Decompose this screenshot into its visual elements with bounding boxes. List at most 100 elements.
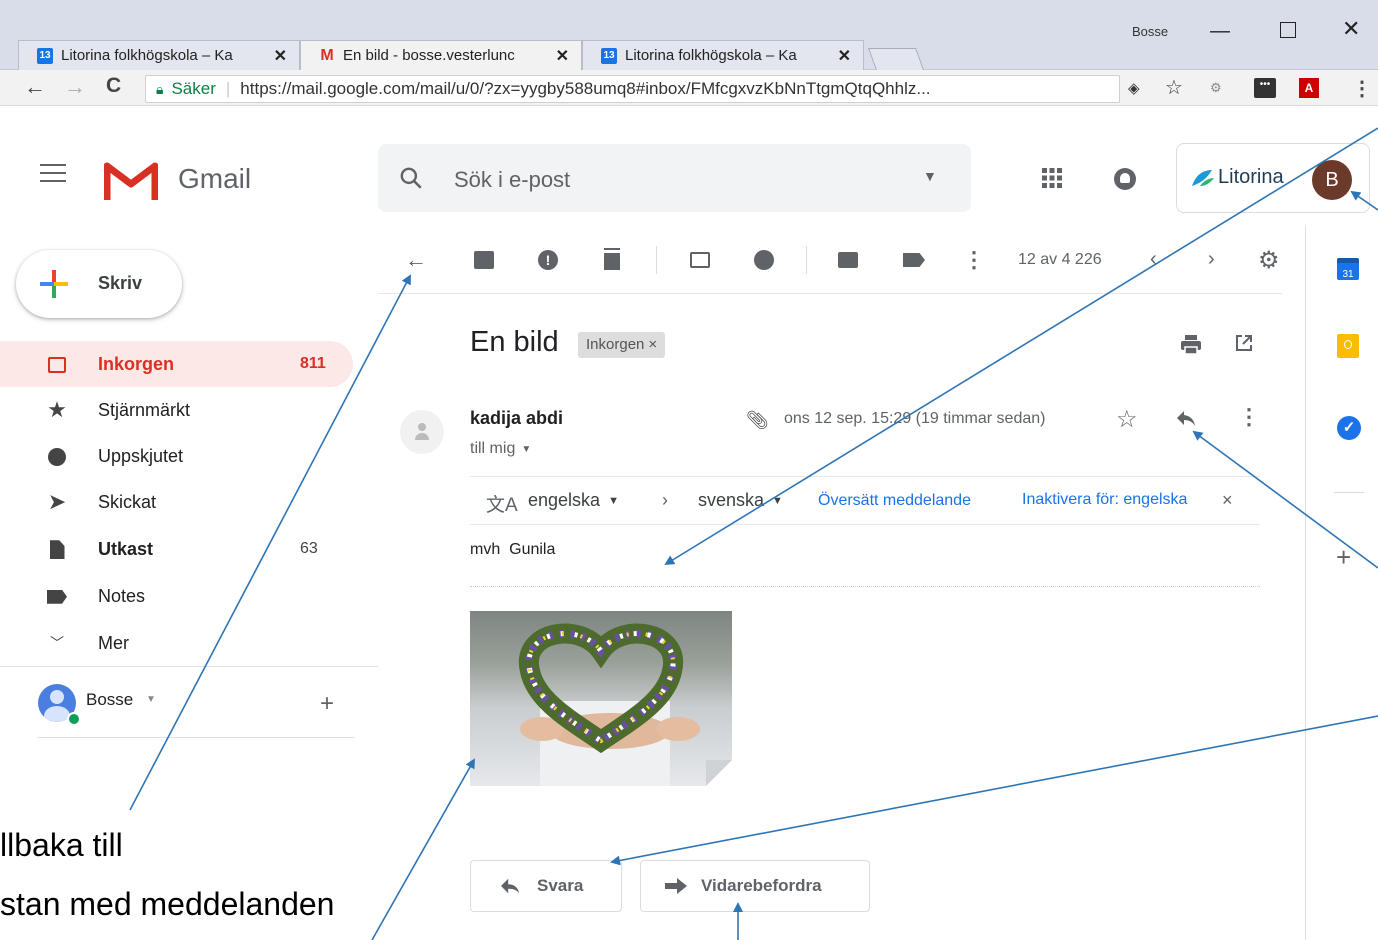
settings-gear-icon[interactable]: ⚙ <box>1258 246 1280 275</box>
print-icon[interactable] <box>1180 333 1202 355</box>
star-toggle-icon[interactable]: ☆ <box>1116 405 1138 434</box>
back-to-list-icon[interactable]: ← <box>404 247 428 272</box>
close-translate-icon[interactable]: × <box>1222 490 1233 511</box>
gmail-logo-text: Gmail <box>178 163 252 194</box>
sidebar-item-label: Utkast <box>98 538 154 559</box>
attachment-image[interactable] <box>470 611 732 786</box>
url-text[interactable]: https://mail.google.com/mail/u/0/?zx=yyg… <box>240 79 930 99</box>
extension-dots-icon[interactable]: ••• <box>1254 78 1276 98</box>
sidebar-item-drafts[interactable]: Utkast 63 <box>0 526 353 572</box>
translate-icon: 文A <box>486 495 518 516</box>
divider <box>470 586 1260 587</box>
sidebar-item-starred[interactable]: ★ Stjärnmärkt <box>0 387 353 433</box>
back-icon[interactable]: ← <box>24 74 46 100</box>
divider: | <box>225 79 231 98</box>
sidebar-item-notes[interactable]: Notes <box>0 573 353 619</box>
reply-label: Svara <box>537 876 584 895</box>
litorina-logo-icon <box>1190 168 1216 188</box>
divider <box>38 737 354 738</box>
sender-name: kadija abdi <box>470 408 564 428</box>
label-chip-text: Inkorgen <box>586 336 645 353</box>
move-to-icon[interactable] <box>836 248 860 272</box>
bookmark-star-icon[interactable]: ☆ <box>1165 75 1183 100</box>
disable-translate-link[interactable]: Inaktivera för: engelska <box>1022 491 1187 509</box>
divider <box>470 524 1260 525</box>
calendar-addon-icon[interactable]: 31 <box>1337 258 1359 280</box>
message-more-icon[interactable]: ⋮ <box>1238 404 1260 430</box>
avatar[interactable]: B <box>1312 160 1352 200</box>
sidebar-item-label: Notes <box>98 585 146 606</box>
draft-count: 63 <box>300 540 318 557</box>
close-tab-icon[interactable]: ✕ <box>556 46 569 66</box>
address-bar[interactable]: 🔒︎ Säker | https://mail.google.com/mail/… <box>145 75 1120 103</box>
label-as-icon[interactable] <box>902 248 926 272</box>
delete-icon[interactable] <box>600 248 624 272</box>
close-tab-icon[interactable]: ✕ <box>274 46 287 66</box>
browser-tab[interactable]: 13 Litorina folkhögskola – Ka ✕ <box>582 40 864 70</box>
new-tab-button[interactable] <box>867 48 925 70</box>
open-new-window-icon[interactable] <box>1234 333 1254 353</box>
notifications-icon[interactable] <box>1114 168 1136 190</box>
divider <box>806 246 807 274</box>
archive-icon[interactable] <box>472 248 496 272</box>
remove-label-icon[interactable]: × <box>648 332 657 358</box>
minimize-icon[interactable]: — <box>1210 20 1230 43</box>
chrome-menu-icon[interactable]: ⋮ <box>1352 76 1372 101</box>
add-contact-icon[interactable]: + <box>320 690 334 718</box>
divider <box>0 666 378 667</box>
sidebar-item-label: Mer <box>98 632 129 653</box>
snooze-clock-icon[interactable] <box>752 248 776 272</box>
newer-icon[interactable]: › <box>1208 248 1215 271</box>
search-options-caret-icon[interactable]: ▼ <box>923 168 937 184</box>
sidebar-item-label: Inkorgen <box>98 353 175 374</box>
sidebar-item-more[interactable]: ﹀ Mer <box>0 620 353 666</box>
secure-label: Säker <box>171 79 216 98</box>
keep-addon-icon[interactable] <box>1337 334 1359 358</box>
close-window-icon[interactable]: ✕ <box>1342 16 1360 42</box>
forward-button[interactable]: Vidarebefordra <box>640 860 870 912</box>
search-icon[interactable] <box>398 165 424 191</box>
sidebar-item-snoozed[interactable]: Uppskjutet <box>0 433 353 479</box>
forward-icon[interactable]: → <box>64 74 86 100</box>
chevron-down-icon: ﹀ <box>50 635 64 651</box>
draft-icon <box>46 539 68 560</box>
apps-grid-icon[interactable] <box>1042 168 1062 188</box>
compose-button[interactable]: Skriv <box>16 250 182 318</box>
sender-avatar <box>400 410 444 454</box>
report-spam-icon[interactable]: ! <box>536 248 560 272</box>
account-caret-icon[interactable]: ▼ <box>146 694 156 705</box>
more-options-icon[interactable]: ⋮ <box>962 247 986 272</box>
reply-button[interactable]: Svara <box>470 860 622 912</box>
profile-name[interactable]: Bosse <box>1132 24 1168 39</box>
mark-unread-icon[interactable] <box>688 248 712 272</box>
eye-extension-icon[interactable]: ◈ <box>1128 79 1140 97</box>
main-menu-icon[interactable] <box>40 164 66 182</box>
online-status-dot <box>67 712 81 726</box>
gmail-logo-icon[interactable] <box>103 160 159 200</box>
close-tab-icon[interactable]: ✕ <box>838 46 851 66</box>
divider <box>1334 492 1364 493</box>
add-addon-icon[interactable]: + <box>1336 542 1351 573</box>
browser-tab[interactable]: 13 Litorina folkhögskola – Ka ✕ <box>18 40 300 70</box>
source-language-select[interactable]: engelska ▼ <box>528 490 619 511</box>
extension-icon[interactable]: ⚙ <box>1210 80 1222 96</box>
recipient-toggle[interactable]: till mig ▼ <box>470 440 531 458</box>
older-icon[interactable]: ‹ <box>1150 248 1157 271</box>
pdf-extension-icon[interactable]: A <box>1299 78 1319 98</box>
reply-icon[interactable] <box>1174 406 1198 430</box>
compose-plus-icon <box>40 270 68 298</box>
hangouts-account-name[interactable]: Bosse <box>86 690 133 710</box>
clock-icon <box>46 446 68 467</box>
sidebar-item-inbox[interactable]: Inkorgen 811 <box>0 341 353 387</box>
translate-message-link[interactable]: Översätt meddelande <box>818 492 971 510</box>
search-input[interactable]: Sök i e-post <box>454 167 570 193</box>
forward-arrow-icon <box>665 878 687 894</box>
reload-icon[interactable]: C <box>106 74 121 98</box>
tasks-addon-icon[interactable]: ✓ <box>1337 416 1361 440</box>
maximize-icon[interactable] <box>1280 22 1296 38</box>
annotation-text-line1: llbaka till <box>0 827 123 863</box>
target-language-select[interactable]: svenska ▼ <box>698 490 783 511</box>
side-panel-divider <box>1305 226 1306 940</box>
browser-tab-active[interactable]: M En bild - bosse.vesterlunc ✕ <box>300 40 582 70</box>
sidebar-item-sent[interactable]: ➤ Skickat <box>0 479 353 525</box>
